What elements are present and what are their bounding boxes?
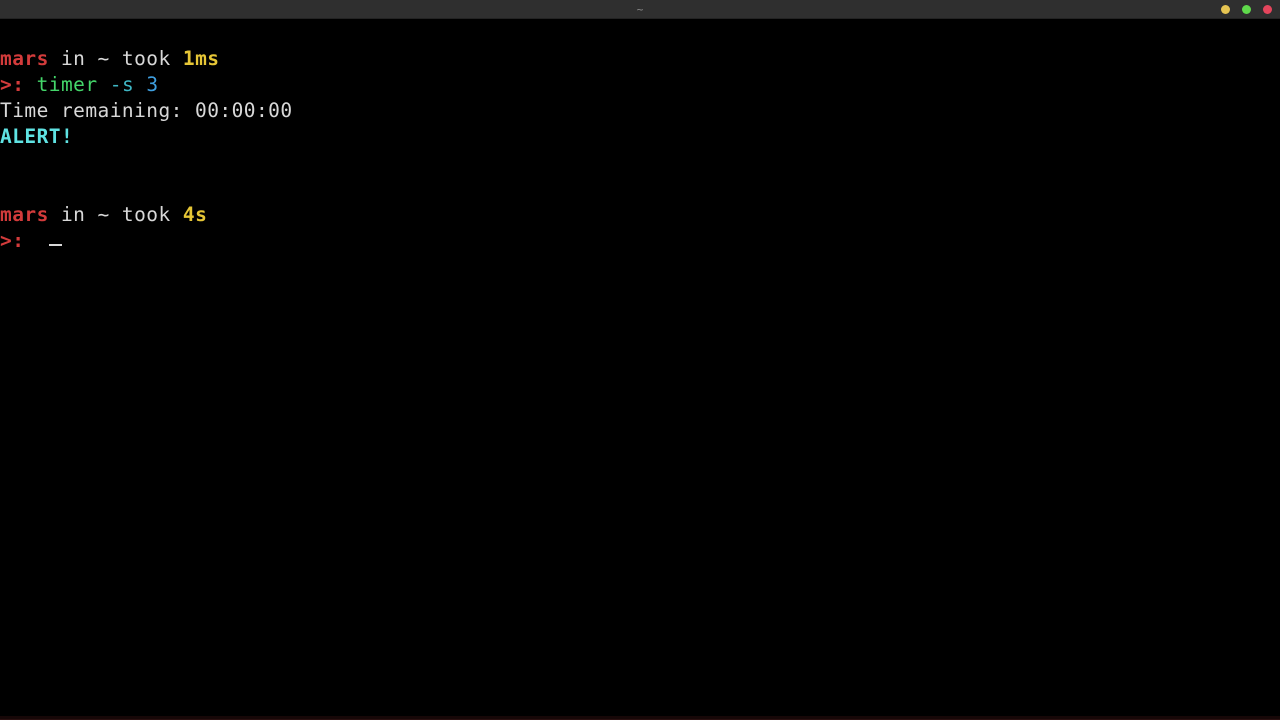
terminal-line: >: timer -s 3 xyxy=(0,72,1280,98)
prompt-in-word: in xyxy=(48,203,98,226)
terminal-output: mars in ~ took 1ms >: timer -s 3 Time rema… xyxy=(0,46,1280,254)
prompt-took-word: took xyxy=(109,47,183,70)
host-name: mars xyxy=(0,203,49,226)
terminal-line: mars in ~ took 1ms xyxy=(0,46,1280,72)
time-remaining-output: Time remaining: 00:00:00 xyxy=(0,99,293,122)
prompt-symbol: >: xyxy=(0,229,25,252)
current-directory: ~ xyxy=(97,203,110,226)
prompt-took-word: took xyxy=(109,203,183,226)
maximize-button[interactable] xyxy=(1242,5,1251,14)
bottom-accent-strip xyxy=(0,716,1280,720)
terminal-body[interactable]: mars in ~ took 1ms >: timer -s 3 Time rema… xyxy=(0,19,1280,720)
terminal-line: ALERT! xyxy=(0,124,1280,150)
last-command-duration: 1ms xyxy=(182,47,220,70)
command-name: timer xyxy=(36,73,98,96)
minimize-button[interactable] xyxy=(1221,5,1230,14)
terminal-line: >: xyxy=(0,228,1280,254)
terminal-line: Time remaining: 00:00:00 xyxy=(0,98,1280,124)
host-name: mars xyxy=(0,47,49,70)
terminal-line: mars in ~ took 4s xyxy=(0,202,1280,228)
alert-output: ALERT! xyxy=(0,125,74,148)
prompt-in-word: in xyxy=(48,47,98,70)
command-argument: 3 xyxy=(146,73,159,96)
last-command-duration: 4s xyxy=(182,203,208,226)
window-title: ~ xyxy=(636,2,644,16)
titlebar[interactable]: ~ xyxy=(0,0,1280,19)
text-cursor xyxy=(48,244,62,246)
current-directory: ~ xyxy=(97,47,110,70)
terminal-window: ~ mars in ~ took 1ms >: timer -s 3 Time re… xyxy=(0,0,1280,720)
input-text xyxy=(24,229,48,252)
command-flag: -s xyxy=(109,73,135,96)
close-button[interactable] xyxy=(1263,5,1272,14)
prompt-symbol: >: xyxy=(0,73,25,96)
window-controls xyxy=(1221,0,1272,19)
